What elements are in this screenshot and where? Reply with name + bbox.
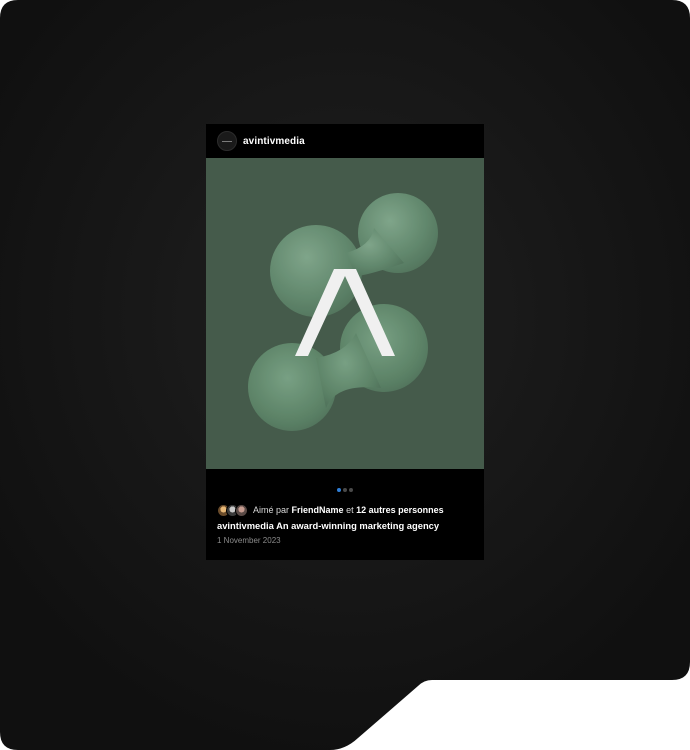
post-caption: avintivmedia An award-winning marketing … bbox=[217, 520, 439, 531]
carousel-indicator bbox=[206, 487, 484, 493]
post-header: avintivmedia bbox=[206, 124, 484, 158]
caption-text: An award-winning marketing agency bbox=[276, 520, 440, 531]
post-date: 1 November 2023 bbox=[217, 536, 281, 545]
instagram-post: avintivmedia Aimé par FriendName et 12 a… bbox=[206, 124, 484, 560]
post-username[interactable]: avintivmedia bbox=[243, 136, 305, 147]
avatar[interactable] bbox=[217, 131, 237, 151]
carousel-dot-2[interactable] bbox=[343, 488, 347, 492]
liker-avatar bbox=[235, 503, 248, 517]
blob-artwork bbox=[248, 193, 438, 431]
post-image[interactable] bbox=[206, 158, 484, 469]
likes-others[interactable]: 12 autres personnes bbox=[356, 505, 444, 515]
likes-friend[interactable]: FriendName bbox=[292, 505, 344, 515]
avintiv-logo-icon bbox=[222, 140, 232, 142]
likes-summary[interactable]: Aimé par FriendName et 12 autres personn… bbox=[217, 503, 444, 517]
caption-author[interactable]: avintivmedia bbox=[217, 520, 274, 531]
liker-avatars bbox=[217, 503, 248, 517]
likes-joiner: et bbox=[346, 505, 354, 515]
carousel-dot-3[interactable] bbox=[349, 488, 353, 492]
carousel-dot-1[interactable] bbox=[337, 488, 341, 492]
screen: avintivmedia Aimé par FriendName et 12 a… bbox=[0, 0, 690, 750]
likes-prefix: Aimé par bbox=[253, 505, 290, 515]
